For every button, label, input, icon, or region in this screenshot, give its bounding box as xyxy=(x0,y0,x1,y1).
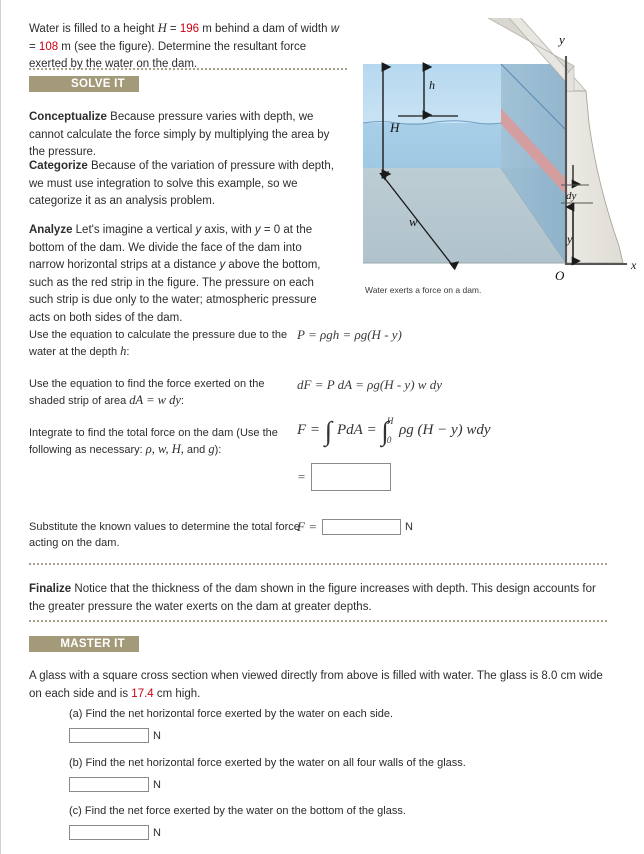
integral-answer-equals: = xyxy=(297,469,306,484)
integral-equals-1: = xyxy=(309,422,321,438)
intro-value-w: 108 xyxy=(38,40,59,53)
intro-text-3: m (see the figure). Determine the result… xyxy=(29,40,307,71)
integral-equals-2: = xyxy=(366,422,377,438)
analyze-body-1: Let's imagine a vertical xyxy=(72,224,196,236)
question-c: (c) Find the net force exerted by the wa… xyxy=(69,803,589,842)
dam-diagram-svg: H h w y x O dy y xyxy=(362,17,637,283)
intro-symbol-w: w xyxy=(330,23,340,35)
integral-upper-limit: H xyxy=(386,416,394,427)
question-b: (b) Find the net horizontal force exerte… xyxy=(69,755,589,794)
label-y-distance: y xyxy=(566,232,573,246)
finalize-heading: Finalize xyxy=(29,583,72,595)
analyze-heading: Analyze xyxy=(29,224,73,236)
integral-limits: H0 xyxy=(387,416,394,445)
label-dy: dy xyxy=(566,190,577,202)
step-integrate-vars: ρ, w, H, xyxy=(145,442,184,456)
label-w: w xyxy=(409,214,418,229)
question-a-input[interactable] xyxy=(69,728,149,744)
problem-statement: Water is filled to a height H = 196 m be… xyxy=(29,20,347,74)
intro-value-H: 196 xyxy=(179,23,200,35)
conceptualize-heading: Conceptualize xyxy=(29,111,107,123)
dam-figure: H h w y x O dy y xyxy=(361,17,644,296)
step-integrate-and: and xyxy=(183,444,209,456)
step-pressure-text-2: : xyxy=(126,346,130,358)
step-pressure-prompt: Use the equation to calculate the pressu… xyxy=(29,327,301,360)
intro-text-1: Water is filled to a height xyxy=(29,23,158,35)
question-c-unit: N xyxy=(153,826,161,839)
step-substitute-prompt: Substitute the known values to determine… xyxy=(29,521,300,549)
equation-integral: F = ∫ PdA = ∫ H 0 ρg (H − y) wdy xyxy=(297,416,491,447)
categorize-paragraph: Categorize Because of the variation of p… xyxy=(29,158,339,211)
finalize-paragraph: Finalize Notice that the thickness of th… xyxy=(29,581,607,616)
dam-body xyxy=(565,65,624,264)
intro-eq-2: = xyxy=(29,40,39,53)
step-force-text-2: : xyxy=(180,395,184,407)
master-it-statement: A glass with a square cross section when… xyxy=(29,668,609,703)
integral-expression: F = ∫ PdA = ∫ H 0 ρg (H − y) wdy xyxy=(297,416,491,447)
step-pressure-text-1: Use the equation to calculate the pressu… xyxy=(29,329,288,358)
conceptualize-paragraph: Conceptualize Because pressure varies wi… xyxy=(29,109,339,162)
step-force-prompt: Use the equation to find the force exert… xyxy=(29,376,301,409)
equation-differential-force: dF = P dA = ρg(H - y) w dy xyxy=(297,377,442,392)
question-c-input[interactable] xyxy=(69,825,149,841)
figure-caption: Water exerts a force on a dam. xyxy=(365,285,482,295)
label-y-axis: y xyxy=(557,32,565,47)
solve-it-header: SOLVE IT xyxy=(29,76,139,92)
force-answer-label: F = xyxy=(297,519,317,535)
master-intro-text-1: A glass with a square cross section when… xyxy=(29,670,603,700)
substitute-answer-row: F = N xyxy=(297,518,413,536)
integral-F: F xyxy=(297,422,307,438)
integral-answer-row: = xyxy=(297,463,391,491)
equation-pressure: P = ρgh = ρg(H - y) xyxy=(297,327,402,342)
question-a: (a) Find the net horizontal force exerte… xyxy=(69,706,589,745)
question-b-unit: N xyxy=(153,778,161,791)
integral-answer-input[interactable] xyxy=(310,463,391,491)
divider-finalize xyxy=(29,563,607,565)
force-answer-input[interactable] xyxy=(321,519,401,536)
integral-lower-limit: 0 xyxy=(386,435,392,446)
question-c-label: (c) Find the net force exerted by the wa… xyxy=(69,805,406,817)
master-intro-text-2: cm high. xyxy=(153,687,201,700)
master-it-header: MASTER IT xyxy=(29,636,139,652)
step-integrate-prompt: Integrate to find the total force on the… xyxy=(29,425,301,458)
step-integrate-text-2: ): xyxy=(214,444,222,456)
divider-top xyxy=(29,68,347,70)
intro-eq-1: = xyxy=(166,23,180,35)
analyze-body-2: axis, with xyxy=(201,224,255,236)
divider-master xyxy=(29,620,607,622)
label-H: H xyxy=(389,120,400,135)
finalize-body: Notice that the thickness of the dam sho… xyxy=(29,583,596,613)
label-origin: O xyxy=(555,268,565,283)
step-force-var: dA = w dy xyxy=(129,393,181,407)
intro-text-2: m behind a dam of width xyxy=(199,23,331,35)
categorize-heading: Categorize xyxy=(29,160,88,172)
question-a-label: (a) Find the net horizontal force exerte… xyxy=(69,708,394,720)
label-h: h xyxy=(429,78,435,92)
problem-page: Water is filled to a height H = 196 m be… xyxy=(0,0,644,854)
analyze-paragraph: Analyze Let's imagine a vertical y axis,… xyxy=(29,222,339,327)
integral-integrand: ρg (H − y) wdy xyxy=(399,422,491,438)
integral-PdA: PdA xyxy=(336,422,363,438)
label-x-axis: x xyxy=(630,258,637,272)
master-intro-value: 17.4 xyxy=(131,687,154,700)
question-a-unit: N xyxy=(153,729,161,742)
question-b-input[interactable] xyxy=(69,777,149,793)
intro-symbol-H: H xyxy=(157,21,167,35)
question-b-label: (b) Find the net horizontal force exerte… xyxy=(69,757,466,769)
force-answer-unit: N xyxy=(404,521,413,534)
integral-sign-1: ∫ xyxy=(324,416,333,446)
